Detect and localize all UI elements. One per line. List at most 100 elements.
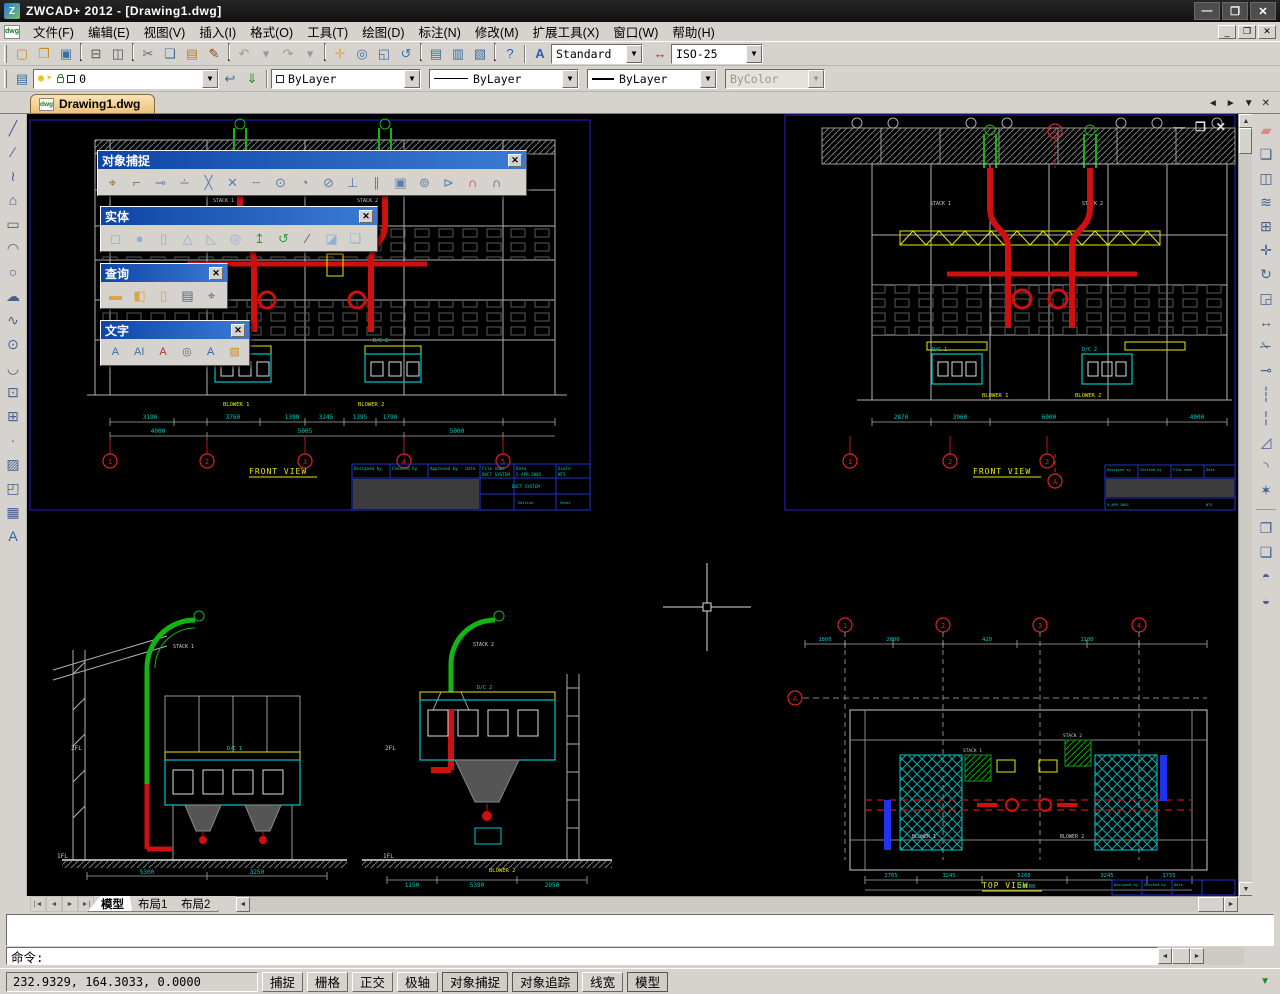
model-space-toggle[interactable]: 模型 [627, 972, 668, 992]
tab-model[interactable]: 模型 [87, 896, 137, 912]
zoom-realtime-icon[interactable]: ◎ [351, 43, 373, 64]
close-icon[interactable]: ✕ [209, 267, 223, 280]
osnap-toggle[interactable]: 对象捕捉 [442, 972, 508, 992]
horizontal-scroll-track[interactable] [250, 897, 1198, 912]
section-icon[interactable]: ◪ [320, 227, 343, 249]
horizontal-scroll-thumb[interactable] [1198, 897, 1224, 912]
help-icon[interactable]: ? [499, 43, 521, 64]
ellipse-arc-icon[interactable]: ◡ [1, 356, 25, 380]
revolve-icon[interactable]: ↺ [272, 227, 295, 249]
properties-icon[interactable]: ▤ [425, 43, 447, 64]
command-history[interactable] [6, 914, 1274, 946]
line-icon[interactable]: ╱ [1, 116, 25, 140]
close-icon[interactable]: ✕ [359, 210, 373, 223]
move-icon[interactable]: ✛ [1254, 238, 1278, 262]
menu-file[interactable]: 文件(F) [26, 20, 81, 43]
snap-tangent-icon[interactable]: ⊘ [317, 171, 340, 193]
layer-manager-icon[interactable]: ▤ [11, 68, 33, 89]
area-icon[interactable]: ◧ [128, 284, 151, 306]
close-icon[interactable]: ✕ [508, 154, 522, 167]
toolpalettes-icon[interactable]: ▧ [469, 43, 491, 64]
osnap-toolbar-titlebar[interactable]: 对象捕捉 ✕ [98, 151, 526, 169]
dim-style-combo[interactable]: ISO-25 ▼ [671, 44, 763, 64]
mass-properties-icon[interactable]: ▯ [152, 284, 175, 306]
solid-wedge-icon[interactable]: ◺ [200, 227, 223, 249]
snap-toggle[interactable]: 捕捉 [262, 972, 303, 992]
mdi-close-button[interactable]: ✕ [1258, 25, 1276, 39]
insert-block-icon[interactable]: ⊡ [1, 380, 25, 404]
chevron-down-icon[interactable]: ▼ [700, 70, 716, 88]
snap-midpoint-icon[interactable]: ∸ [173, 171, 196, 193]
draworder-back-icon[interactable]: ❏ [1254, 540, 1278, 564]
inquiry-toolbar[interactable]: 查询 ✕ ▬◧▯▤⌖ [100, 263, 228, 309]
chamfer-icon[interactable]: ◿ [1254, 430, 1278, 454]
layer-previous-icon[interactable]: ↩ [219, 68, 241, 89]
menu-dimension[interactable]: 标注(N) [412, 20, 468, 43]
horizontal-scrollbar[interactable]: ◄ ► [236, 896, 1238, 912]
toolbar-grip[interactable] [4, 70, 7, 88]
lineweight-toggle[interactable]: 线宽 [582, 972, 623, 992]
single-line-text-icon[interactable]: AI [128, 341, 151, 363]
print-icon[interactable]: ⊟ [85, 43, 107, 64]
command-scrollbar[interactable]: ◄ ► [1158, 947, 1244, 965]
text-style-icon[interactable]: A [529, 43, 551, 64]
scroll-up-icon[interactable]: ▲ [1239, 114, 1253, 128]
menu-help[interactable]: 帮助(H) [665, 20, 721, 43]
revcloud-icon[interactable]: ☁ [1, 284, 25, 308]
dim-style-icon[interactable]: ↔ [649, 43, 671, 64]
offset-icon[interactable]: ≋ [1254, 190, 1278, 214]
save-icon[interactable]: ▣ [55, 43, 77, 64]
snap-insertion-icon[interactable]: ▣ [389, 171, 412, 193]
mtext-icon[interactable]: A [1, 524, 25, 548]
draworder-under-icon[interactable]: ◒ [1254, 588, 1278, 612]
snap-extension-icon[interactable]: ┄ [245, 171, 268, 193]
scroll-down-icon[interactable]: ▼ [1239, 882, 1253, 896]
scale-icon[interactable]: ◲ [1254, 286, 1278, 310]
mdi-minimize-button[interactable]: _ [1218, 25, 1236, 39]
snap-quadrant-icon[interactable]: ◔ [293, 171, 316, 193]
lineweight-combo[interactable]: ByLayer ▼ [587, 69, 717, 89]
chevron-down-icon[interactable]: ▼ [404, 70, 420, 88]
break-at-point-icon[interactable]: ┆ [1254, 382, 1278, 406]
solid-cone-icon[interactable]: △ [176, 227, 199, 249]
grid-toggle[interactable]: 栅格 [307, 972, 348, 992]
distance-icon[interactable]: ▬ [104, 284, 127, 306]
menu-insert[interactable]: 插入(I) [192, 20, 243, 43]
fillet-icon[interactable]: ◝ [1254, 454, 1278, 478]
scroll-left-icon[interactable]: ◄ [236, 897, 250, 912]
temp-track-point-icon[interactable]: ⌖ [101, 171, 124, 193]
point-icon[interactable]: ∙ [1, 428, 25, 452]
tab-scroll-right-icon[interactable]: ► [1226, 98, 1236, 109]
snap-from-icon[interactable]: ⌐ [125, 171, 148, 193]
circle-icon[interactable]: ○ [1, 260, 25, 284]
draworder-above-icon[interactable]: ◓ [1254, 564, 1278, 588]
scroll-right-icon[interactable]: ► [1224, 897, 1238, 912]
tab-menu-icon[interactable]: ▼ [1244, 98, 1254, 109]
solid-torus-icon[interactable]: ◎ [224, 227, 247, 249]
hatch-icon[interactable]: ▨ [1, 452, 25, 476]
draworder-front-icon[interactable]: ❐ [1254, 516, 1278, 540]
explode-icon[interactable]: ✶ [1254, 478, 1278, 502]
mtext-icon[interactable]: A [104, 341, 127, 363]
solids-toolbar[interactable]: 实体 ✕ ◻●▯△◺◎↥↺∕◪❑ [100, 206, 378, 252]
menu-view[interactable]: 视图(V) [137, 20, 193, 43]
slice-icon[interactable]: ∕ [296, 227, 319, 249]
print-preview-icon[interactable]: ◫ [107, 43, 129, 64]
snap-none-icon[interactable]: ∩ [461, 171, 484, 193]
rectangle-icon[interactable]: ▭ [1, 212, 25, 236]
tab-scroll-left-icon[interactable]: ◄ [1208, 98, 1218, 109]
designcenter-icon[interactable]: ▥ [447, 43, 469, 64]
command-scroll-thumb[interactable] [1172, 948, 1190, 964]
zoom-previous-icon[interactable]: ↺ [395, 43, 417, 64]
region-icon[interactable]: ◰ [1, 476, 25, 500]
osnap-toolbar[interactable]: 对象捕捉 ✕ ⌖⌐⊸∸╳✕┄⊙◔⊘⊥∥▣⊚⊳∩∩ [97, 150, 527, 196]
text-style-combo[interactable]: Standard ▼ [551, 44, 643, 64]
polygon-icon[interactable]: ⌂ [1, 188, 25, 212]
rotate-icon[interactable]: ↻ [1254, 262, 1278, 286]
solid-box-icon[interactable]: ◻ [104, 227, 127, 249]
drawing-area[interactable]: STACK 1 STACK 2 D/C 1 D/C 2 [27, 114, 1238, 896]
polyline-icon[interactable]: ≀ [1, 164, 25, 188]
linetype-combo[interactable]: ByLayer ▼ [429, 69, 579, 89]
layer-combo[interactable]: ● ☀ 0 ▼ [33, 69, 219, 89]
redo-icon[interactable]: ↷ [277, 43, 299, 64]
